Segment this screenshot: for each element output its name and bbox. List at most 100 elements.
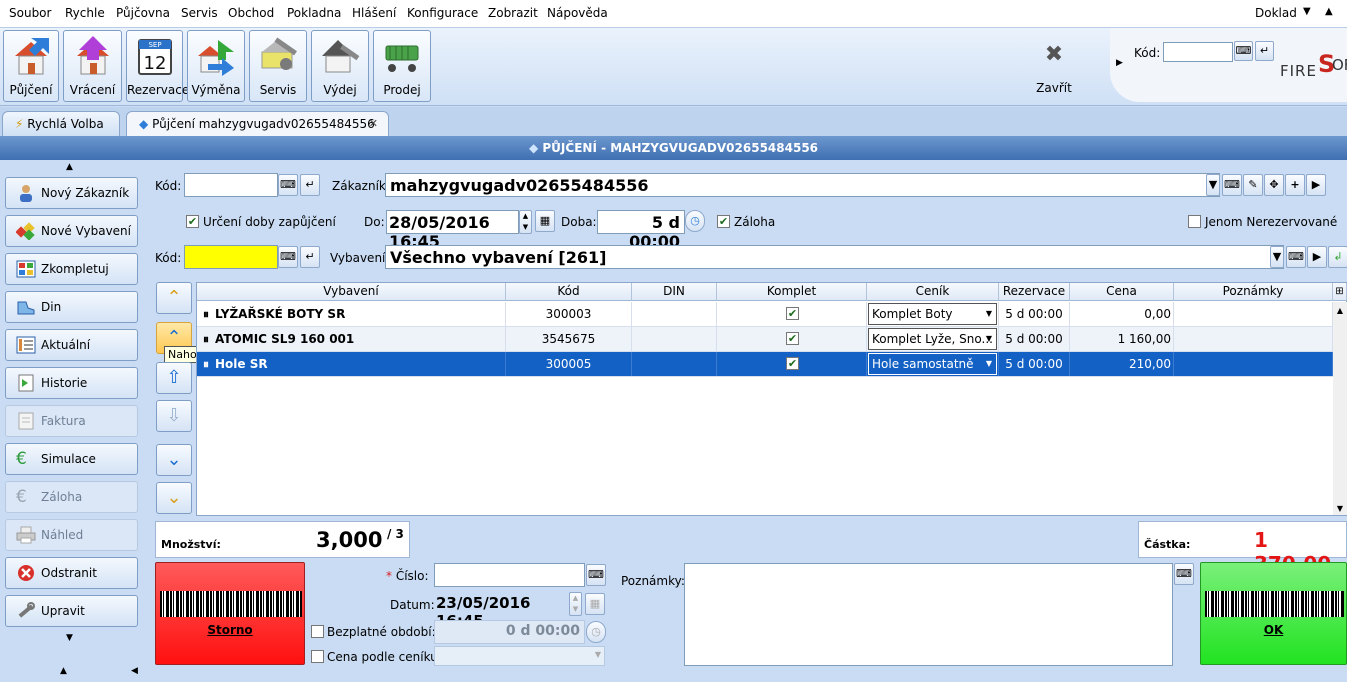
menu-pujcovna[interactable]: Půjčovna [116, 6, 170, 20]
edit-customer-icon[interactable]: ✎ [1243, 174, 1263, 196]
add-icon[interactable]: + [1285, 174, 1305, 196]
poznamky-textarea[interactable] [684, 563, 1173, 666]
ok-button[interactable]: OK [1200, 562, 1347, 665]
sidebar-historie-button[interactable]: Historie [5, 367, 138, 399]
vybaveni-dropdown-icon[interactable]: ▼ [1270, 246, 1284, 268]
collapse-ribbon-icon[interactable]: ▲ [1325, 6, 1333, 17]
zakaznik-input[interactable]: mahzygvugadv02655484556 [385, 173, 1220, 197]
column-chooser-icon[interactable]: ⊞ [1333, 283, 1347, 301]
bezplatne-checkbox[interactable] [311, 625, 324, 638]
sidebar-novy-zakaznik-button[interactable]: Nový Zákazník [5, 177, 138, 209]
pujceni-button[interactable]: Půjčení [3, 30, 59, 102]
vydej-button[interactable]: Výdej [311, 30, 369, 102]
tab-rychla-volba[interactable]: ⚡ Rychlá Volba [2, 111, 120, 136]
enter-icon[interactable]: ↵ [1255, 41, 1274, 61]
enter-icon[interactable]: ↵ [300, 174, 320, 196]
zavrit-button[interactable]: ✖ Zavřít [1025, 42, 1083, 102]
dropdown-arrow-icon[interactable]: ▼ [986, 354, 992, 374]
expand-arrow-icon[interactable]: ▶ [1116, 58, 1123, 68]
cell-cenik[interactable]: Komplet Lyže, Sno... ▼ [867, 327, 999, 351]
header-din[interactable]: DIN [632, 283, 717, 301]
header-rezervace[interactable]: Rezervace [999, 283, 1070, 301]
menu-doklad[interactable]: Doklad [1255, 6, 1297, 20]
komplet-checkbox[interactable]: ✔ [786, 332, 799, 345]
scroll-down-icon[interactable]: ▼ [1333, 504, 1347, 513]
table-row-selected[interactable]: ⏸ Hole SR 300005 ✔ Hole samostatně ▼ 5 d 0… [197, 352, 1333, 377]
cena-podle-ceniku-checkbox[interactable] [311, 650, 324, 663]
sidebar-din-button[interactable]: Din [5, 291, 138, 323]
next-icon[interactable]: ▶ [1307, 246, 1327, 268]
prodej-button[interactable]: Prodej [373, 30, 431, 102]
doba-input[interactable]: 5 d 00:00 [597, 210, 685, 251]
cell-cenik[interactable]: Komplet Boty ▼ [867, 302, 999, 326]
sidebar-collapse-up-icon[interactable]: ▲ [60, 666, 67, 676]
cell-cenik[interactable]: Hole samostatně ▼ [867, 352, 999, 376]
menu-obchod[interactable]: Obchod [228, 6, 274, 20]
sidebar-odstranit-button[interactable]: Odstranit [5, 557, 138, 589]
calendar-picker-icon[interactable]: ▦ [585, 593, 605, 615]
zakaznik-dropdown-icon[interactable]: ▼ [1206, 174, 1220, 196]
kod-input[interactable] [184, 173, 278, 197]
enter-icon[interactable]: ↵ [300, 246, 320, 268]
vraceni-button[interactable]: Vrácení [63, 30, 122, 102]
move-up-one-button[interactable]: ⇧ [156, 362, 192, 394]
header-cenik[interactable]: Ceník [867, 283, 999, 301]
vybaveni-select[interactable]: Všechno vybavení [261] [385, 245, 1284, 269]
sidebar-scroll-up-icon[interactable]: ▲ [66, 162, 73, 172]
cislo-input[interactable] [434, 563, 585, 587]
move-down-one-button[interactable]: ⇩ [156, 400, 192, 432]
keyboard-icon[interactable]: ⌨ [586, 564, 606, 586]
move-down-button[interactable]: ⌄ [156, 444, 192, 476]
header-cena[interactable]: Cena [1070, 283, 1174, 301]
sidebar-nove-vybaveni-button[interactable]: Nové Vybavení [5, 215, 138, 247]
sidebar-nahled-button[interactable]: Náhled [5, 519, 138, 551]
header-komplet[interactable]: Komplet [717, 283, 867, 301]
table-row[interactable]: ⏸ LYŽAŘSKÉ BOTY SR 300003 ✔ Komplet Boty ▼… [197, 302, 1333, 327]
sidebar-zkompletuj-button[interactable]: Zkompletuj [5, 253, 138, 285]
keyboard-icon[interactable]: ⌨ [1174, 563, 1194, 585]
keyboard-icon[interactable]: ⌨ [1222, 174, 1242, 196]
keyboard-icon[interactable]: ⌨ [278, 174, 298, 196]
green-action-icon[interactable]: ↲ [1328, 246, 1347, 268]
table-row[interactable]: ⏸ ATOMIC SL9 160 001 3545675 ✔ Komplet Ly… [197, 327, 1333, 352]
dropdown-arrow-icon[interactable]: ▼ [986, 304, 992, 324]
urceni-checkbox[interactable]: ✔ [186, 215, 199, 228]
scroll-up-icon[interactable]: ▲ [1333, 306, 1347, 315]
keyboard-icon[interactable]: ⌨ [1286, 246, 1306, 268]
move-top-button[interactable]: ⌃ [156, 282, 192, 314]
move-icon[interactable]: ✥ [1264, 174, 1284, 196]
menu-servis[interactable]: Servis [181, 6, 218, 20]
vymena-button[interactable]: Výměna [187, 30, 245, 102]
next-icon[interactable]: ▶ [1306, 174, 1326, 196]
keyboard-icon[interactable]: ⌨ [1234, 41, 1253, 61]
tab-pujceni[interactable]: ◆ Půjčení mahzygvugadv02655484556 ✕ [126, 111, 389, 136]
bezplatne-input[interactable]: 0 d 00:00 [434, 620, 585, 644]
sidebar-zaloha-button[interactable]: € Záloha [5, 481, 138, 513]
grid-scrollbar[interactable]: ▲ ▼ [1333, 302, 1347, 515]
komplet-checkbox[interactable]: ✔ [786, 357, 799, 370]
header-kod[interactable]: Kód [506, 283, 632, 301]
header-poznamky[interactable]: Poznámky [1174, 283, 1333, 301]
move-bottom-button[interactable]: ⌄ [156, 482, 192, 514]
clock-icon[interactable]: ◷ [685, 210, 705, 232]
double-chevron-down-icon[interactable]: ▼ [1303, 6, 1311, 17]
do-date-input[interactable]: 28/05/2016 16:45 [386, 210, 519, 251]
dropdown-arrow-icon[interactable]: ▼ [595, 650, 601, 659]
menu-pokladna[interactable]: Pokladna [287, 6, 341, 20]
header-vybaveni[interactable]: Vybavení [197, 283, 506, 301]
sidebar-simulace-button[interactable]: € Simulace [5, 443, 138, 475]
date-spinner-icon[interactable]: ▲ ▼ [519, 210, 532, 234]
sidebar-scroll-down-icon[interactable]: ▼ [66, 633, 73, 643]
keyboard-icon[interactable]: ⌨ [278, 246, 298, 268]
menu-rychle[interactable]: Rychle [65, 6, 105, 20]
vybaveni-kod-input[interactable] [184, 245, 278, 269]
menu-soubor[interactable]: Soubor [9, 6, 51, 20]
dropdown-arrow-icon[interactable]: ▼ [986, 329, 992, 349]
komplet-checkbox[interactable]: ✔ [786, 307, 799, 320]
storno-button[interactable]: Storno [155, 562, 305, 665]
sidebar-faktura-button[interactable]: Faktura [5, 405, 138, 437]
quick-kod-input[interactable] [1163, 42, 1233, 62]
menu-napoveda[interactable]: Nápověda [547, 6, 608, 20]
clock-icon[interactable]: ◷ [586, 621, 606, 643]
zaloha-checkbox[interactable]: ✔ [717, 215, 730, 228]
